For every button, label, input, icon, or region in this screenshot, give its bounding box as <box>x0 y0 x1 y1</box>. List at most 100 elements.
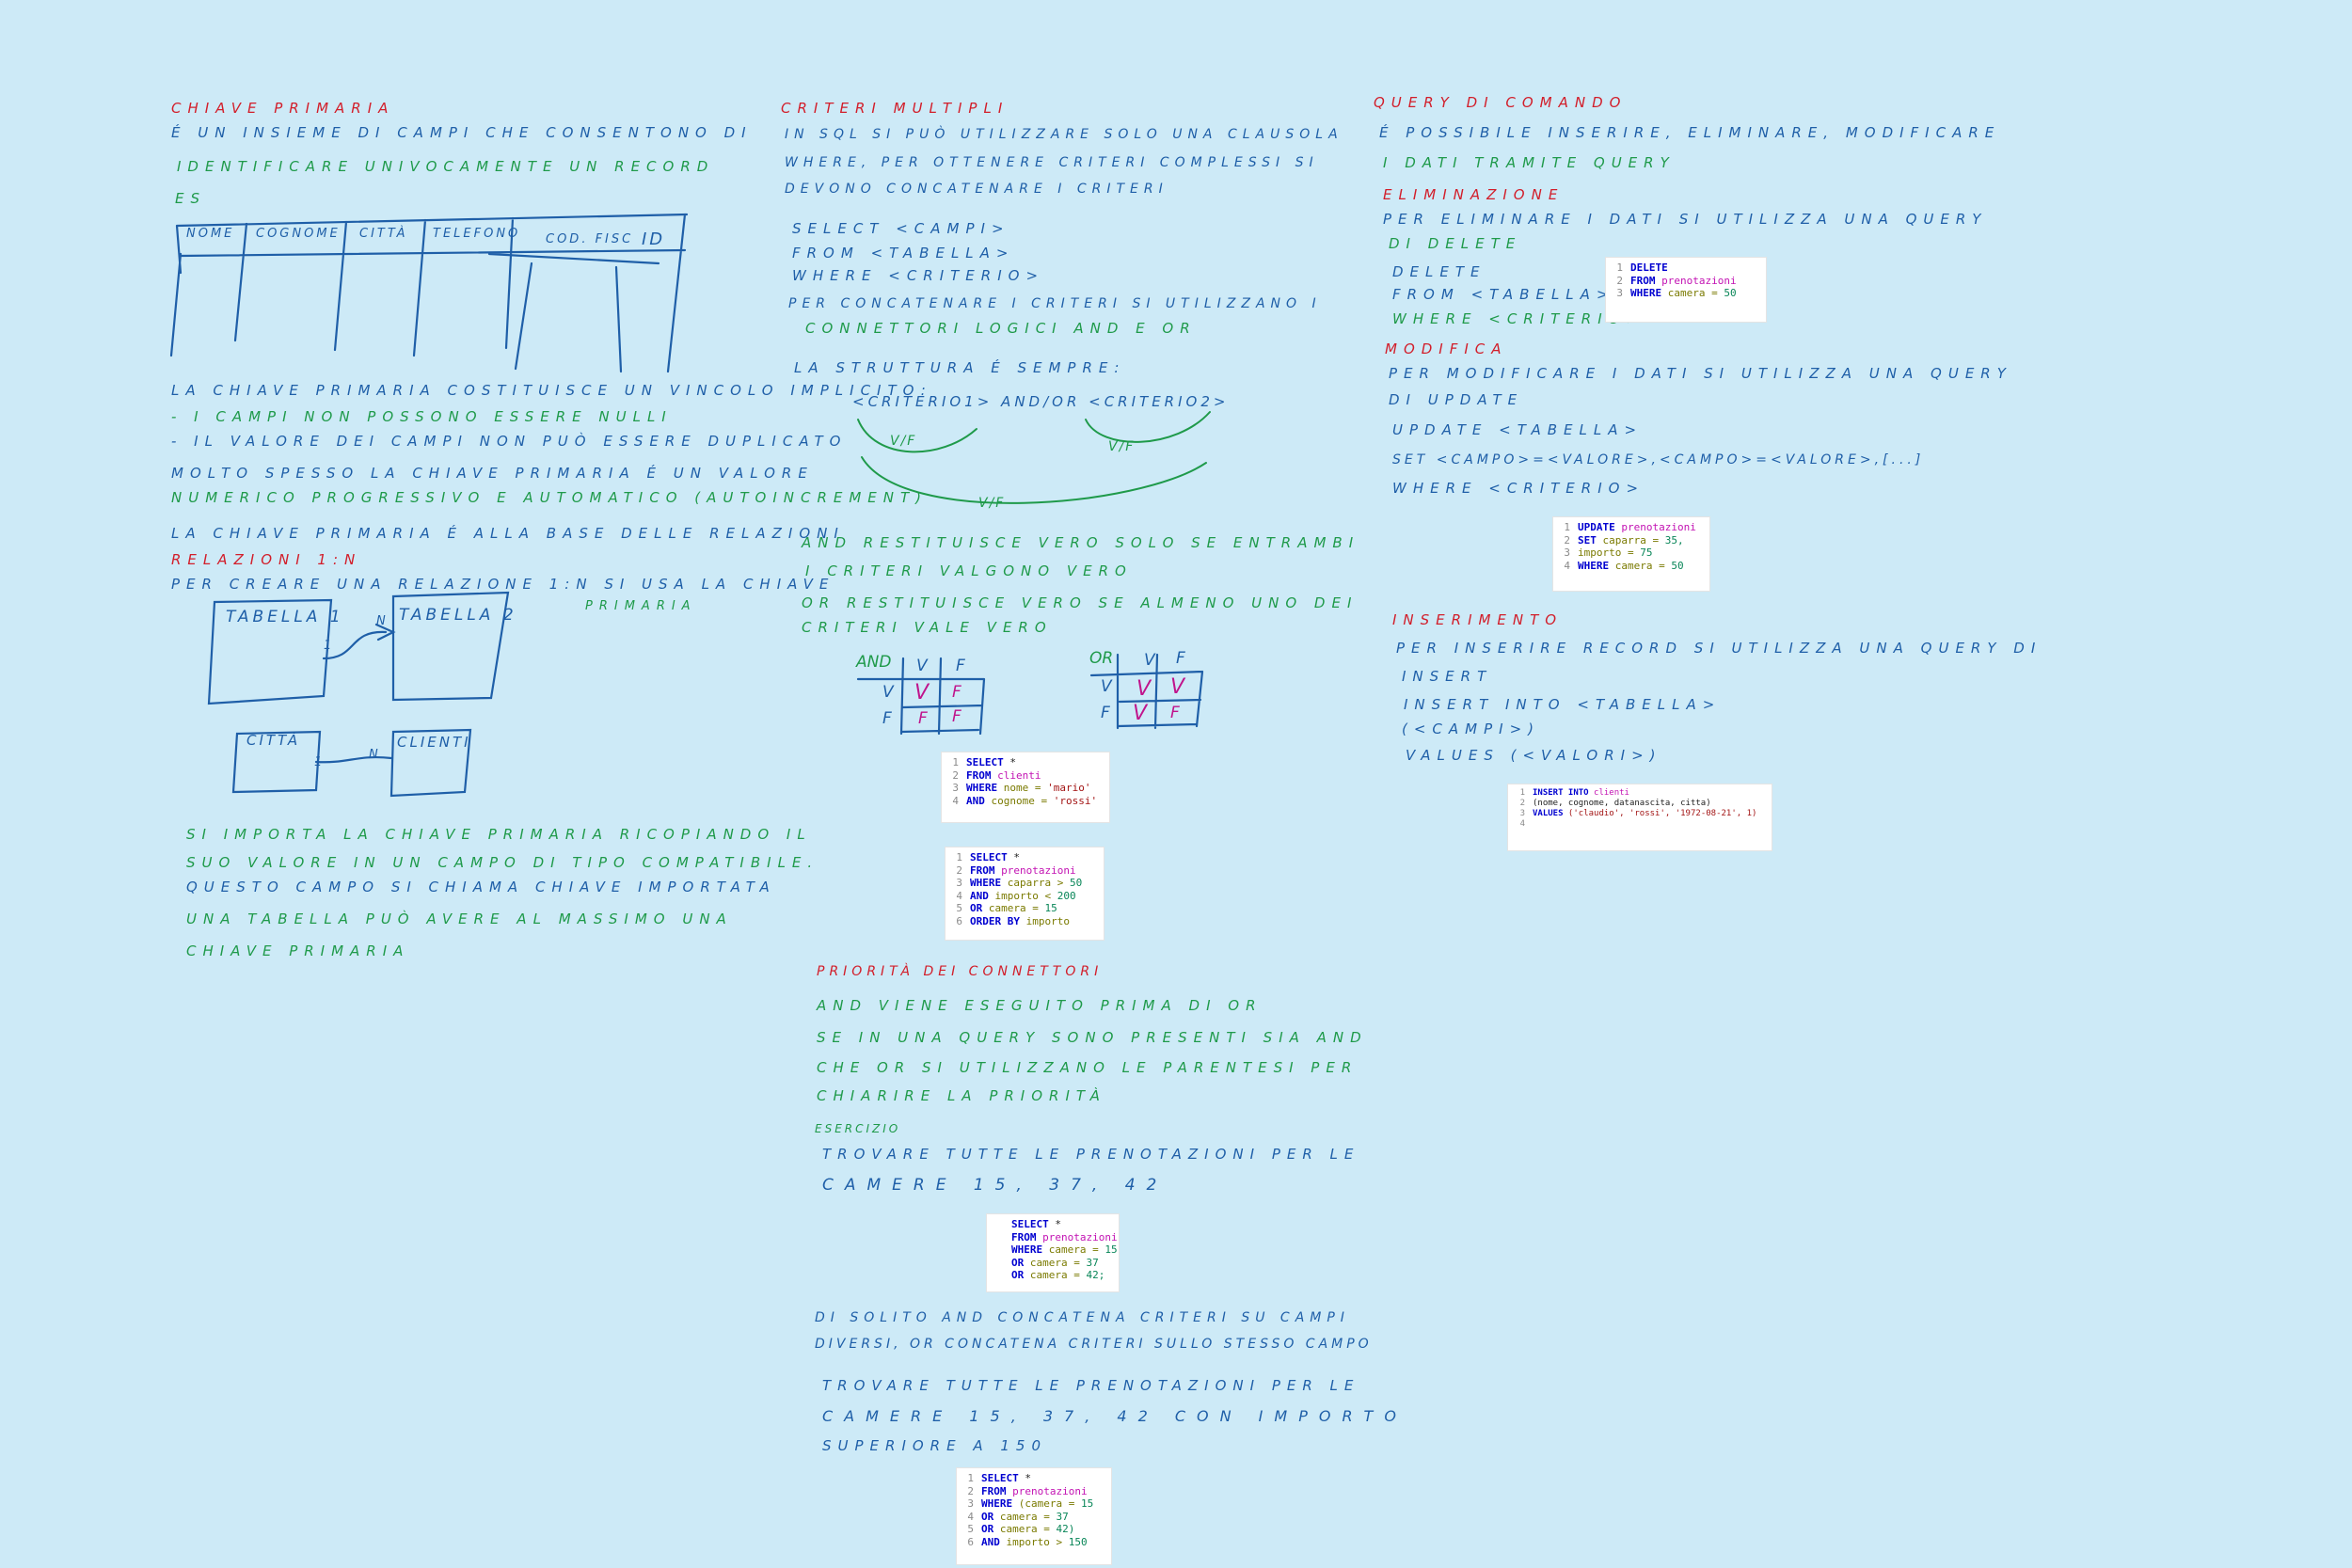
line-number: 4 <box>956 889 962 902</box>
line-number: 2 <box>1616 274 1623 287</box>
or-table-header-f: F <box>1176 649 1185 668</box>
line-number: 3 <box>956 877 962 889</box>
vf-label: V/F <box>1108 439 1136 454</box>
relation-line-2 <box>314 755 393 764</box>
sql-text: caparra = <box>1596 533 1665 546</box>
text-line: La chiave primaria é alla base delle rel… <box>171 525 845 542</box>
line-number <box>987 1231 1011 1244</box>
line-number: 2 <box>1519 799 1525 808</box>
sql-keyword: UPDATE <box>1578 521 1615 533</box>
sql-snippet-camere: SELECT * FROM prenotazioni WHERE camera … <box>986 1213 1120 1292</box>
text-line: Si importa la chiave primaria ricopiando… <box>186 826 812 843</box>
sql-text: importo < <box>988 889 1057 902</box>
sql-value: 15 <box>1044 902 1057 914</box>
line-number <box>987 1257 1011 1270</box>
sql-value: 'mario' <box>1047 782 1091 794</box>
sql-snippet-camere-importo: 1 SELECT * 2 FROM prenotazioni 3 WHERE (cam… <box>956 1467 1112 1565</box>
text-line: camere 15, 37, 42 con importo <box>822 1407 1407 1425</box>
text-line: criteri vale vero <box>802 619 1053 636</box>
text-line: Per concatenare i criteri si utilizzano … <box>788 296 1322 311</box>
and-table-header-f: F <box>956 657 965 675</box>
line-number: 1 <box>1616 261 1623 274</box>
sql-keyword: FROM <box>1011 1230 1037 1243</box>
sql-keyword: OR <box>981 1523 994 1535</box>
sql-text: camera = <box>993 1523 1057 1535</box>
heading-priorita: Priorità dei connettori <box>817 964 1104 979</box>
text-line: Una tabella può avere al massimo una <box>186 911 733 927</box>
text-line: Per eliminare i dati si utilizza una que… <box>1383 211 1988 228</box>
syntax-line: Where <criterio> <box>1392 480 1645 497</box>
tabella1-label: Tabella 1 <box>226 608 344 626</box>
line-number: 4 <box>952 794 959 807</box>
sql-snippet-insert: 1 INSERT INTO clienti 2 (nome, cognome, da… <box>1507 784 1772 851</box>
sql-text: importo <box>1019 914 1070 927</box>
text-line: insert <box>1402 668 1493 685</box>
or-cell-ff: F <box>1170 704 1180 722</box>
sql-table: prenotazioni <box>994 863 1076 877</box>
sql-value: 15 <box>1104 1243 1118 1256</box>
line-number: 5 <box>956 902 962 914</box>
line-number: 2 <box>956 863 962 877</box>
sql-keyword: INSERT INTO <box>1533 788 1589 798</box>
text-line: di delete <box>1389 235 1522 252</box>
brace-1 <box>857 419 977 453</box>
syntax-line: Values (<valori>) <box>1406 747 1662 764</box>
syntax-line: Update <tabella> <box>1392 421 1644 438</box>
heading-esercizio: Esercizio <box>815 1122 901 1135</box>
text-line: - Il valore dei campi non può essere dup… <box>171 433 848 450</box>
syntax-line: Delete <box>1392 263 1486 280</box>
heading-chiave-primaria: Chiave primaria <box>171 100 395 117</box>
text-line: camere 15, 37, 42 <box>822 1176 1168 1195</box>
text-line: Where, per ottenere criteri complessi si <box>785 155 1319 170</box>
sql-keyword: AND <box>970 889 989 902</box>
sql-value: 75 <box>1640 546 1653 559</box>
line-number: 1 <box>956 851 962 863</box>
or-table-header-v: V <box>1144 651 1155 670</box>
text-line: In SQL si può utilizzare solo una clauso… <box>785 127 1343 142</box>
sql-value: 42; <box>1086 1269 1105 1281</box>
sql-value: 15 <box>1080 1497 1094 1510</box>
sql-keyword: AND <box>966 794 985 807</box>
syntax-line: From <tabella> <box>1392 286 1615 303</box>
and-table-row-f: F <box>882 709 892 728</box>
vf-label: V/F <box>890 434 917 449</box>
sql-keyword: SELECT <box>1011 1218 1049 1230</box>
sql-text: camera = <box>1661 287 1724 299</box>
sql-keyword: AND <box>981 1535 1000 1548</box>
text-line: Di solito AND concatena criteri su campi <box>815 1310 1350 1325</box>
sql-snippet-select-prenotazioni: 1 SELECT * 2 FROM prenotazioni 3 WHERE capa… <box>945 847 1104 941</box>
sql-value: 50 <box>1724 287 1737 299</box>
text-line: suo valore in un campo di tipo compatibi… <box>186 854 819 871</box>
sql-keyword: WHERE <box>970 877 1002 889</box>
and-cell-fv: F <box>918 709 928 728</box>
sql-value: 150 <box>1068 1535 1088 1548</box>
line-number: 1 <box>1564 521 1570 533</box>
text-line: primaria <box>585 599 697 613</box>
sql-text: * <box>1003 756 1016 768</box>
sql-keyword: ORDER BY <box>970 914 1020 927</box>
sql-text: cognome = <box>984 794 1054 807</box>
sql-keyword: VALUES <box>1533 809 1564 818</box>
sql-text: camera = <box>1024 1269 1087 1281</box>
sql-text: camera = <box>1024 1256 1087 1269</box>
line-number: 3 <box>967 1497 974 1510</box>
sql-table: clienti <box>1588 788 1629 798</box>
syntax-line: (<campi>) <box>1402 721 1540 737</box>
line-number: 1 <box>967 1472 974 1484</box>
sql-text: (camera = <box>1012 1497 1081 1510</box>
syntax-line: Select <campi> <box>792 220 1010 237</box>
heading-relazioni: Relazioni 1:N <box>171 551 362 568</box>
text-line: chiarire la priorità <box>817 1087 1106 1104</box>
text-line: devono concatenare i criteri <box>785 182 1168 197</box>
sql-value: 35, <box>1664 533 1684 546</box>
sql-keyword: WHERE <box>966 782 998 794</box>
text-line: superiore a 150 <box>822 1437 1048 1454</box>
sql-text: * <box>1018 1472 1031 1484</box>
heading-modifica: Modifica <box>1385 341 1508 357</box>
text-line: es <box>175 190 206 207</box>
text-line: Per creare una relazione 1:N si usa la c… <box>171 576 835 593</box>
or-table-row-v: V <box>1101 677 1112 696</box>
heading-eliminazione: Eliminazione <box>1383 186 1565 203</box>
heading-criteri-multipli: Criteri multipli <box>781 100 1009 117</box>
sql-text: nome = <box>997 782 1048 794</box>
